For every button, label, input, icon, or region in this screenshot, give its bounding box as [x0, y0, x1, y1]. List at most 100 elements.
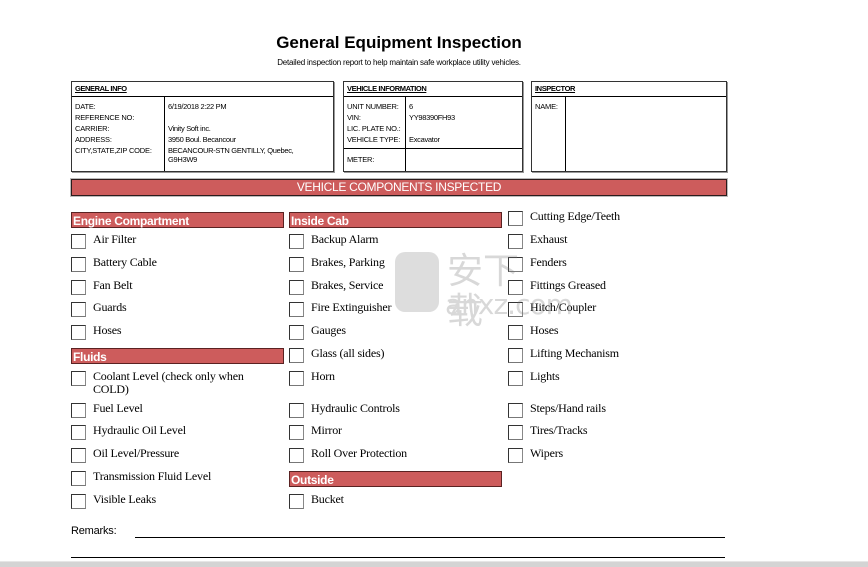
- checklist-item[interactable]: Hydraulic Oil Level: [71, 424, 273, 442]
- city-state-zip-value[interactable]: BECANCOUR-STN GENTILLY, Quebec, G9H3W9: [168, 146, 318, 164]
- checkbox[interactable]: [71, 257, 86, 272]
- checklist-item[interactable]: Lights: [508, 370, 710, 388]
- checkbox[interactable]: [71, 471, 86, 486]
- remarks-input-line-2[interactable]: [71, 557, 725, 558]
- checkbox[interactable]: [71, 448, 86, 463]
- checklist-item[interactable]: Glass (all sides): [289, 347, 491, 365]
- item-label: Steps/Hand rails: [530, 401, 606, 415]
- document-title: General Equipment Inspection: [276, 33, 522, 52]
- checklist-item[interactable]: Coolant Level (check only when COLD): [71, 370, 263, 398]
- vin-value[interactable]: YY98390FH93: [409, 113, 455, 122]
- checklist-item[interactable]: Battery Cable: [71, 256, 273, 274]
- section-inside-cab: Inside Cab: [289, 212, 502, 228]
- reference-no-label: REFERENCE NO:: [75, 113, 135, 122]
- item-label: Hoses: [93, 323, 122, 337]
- checklist-item[interactable]: Horn: [289, 370, 491, 388]
- checkbox[interactable]: [71, 234, 86, 249]
- checkbox[interactable]: [289, 234, 304, 249]
- general-info-header: GENERAL INFO: [72, 82, 333, 97]
- remarks-label: Remarks:: [71, 525, 117, 537]
- checkbox[interactable]: [71, 425, 86, 440]
- checkbox[interactable]: [289, 280, 304, 295]
- item-label: Brakes, Service: [311, 278, 384, 292]
- item-label: Battery Cable: [93, 255, 157, 269]
- checklist-item[interactable]: Lifting Mechanism: [508, 347, 710, 365]
- checkbox[interactable]: [71, 494, 86, 509]
- checkbox[interactable]: [71, 280, 86, 295]
- checkbox[interactable]: [508, 403, 523, 418]
- checkbox[interactable]: [508, 211, 523, 226]
- checkbox[interactable]: [289, 371, 304, 386]
- checklist-item[interactable]: Visible Leaks: [71, 493, 273, 511]
- checklist-item[interactable]: Brakes, Parking: [289, 256, 491, 274]
- checkbox[interactable]: [508, 425, 523, 440]
- item-label: Fan Belt: [93, 278, 133, 292]
- section-outside: Outside: [289, 471, 502, 487]
- unit-number-value[interactable]: 6: [409, 102, 413, 111]
- item-label: Exhaust: [530, 232, 568, 246]
- checkbox[interactable]: [508, 302, 523, 317]
- checklist-item[interactable]: Backup Alarm: [289, 233, 491, 251]
- checkbox[interactable]: [289, 494, 304, 509]
- section-engine-compartment: Engine Compartment: [71, 212, 284, 228]
- checklist-item[interactable]: Tires/Tracks: [508, 424, 710, 442]
- checkbox[interactable]: [508, 280, 523, 295]
- checkbox[interactable]: [289, 448, 304, 463]
- checklist-item[interactable]: Hitch/Coupler: [508, 301, 710, 319]
- checklist-item[interactable]: Steps/Hand rails: [508, 402, 710, 420]
- checkbox[interactable]: [508, 257, 523, 272]
- checkbox[interactable]: [289, 425, 304, 440]
- remarks-input-line[interactable]: [135, 537, 725, 538]
- vehicle-type-value[interactable]: Excavator: [409, 135, 440, 144]
- components-banner: VEHICLE COMPONENTS INSPECTED: [71, 179, 727, 196]
- item-label: Horn: [311, 369, 335, 383]
- checklist-item[interactable]: Oil Level/Pressure: [71, 447, 273, 465]
- checkbox[interactable]: [508, 448, 523, 463]
- checkbox[interactable]: [508, 348, 523, 363]
- date-value[interactable]: 6/19/2018 2:22 PM: [168, 102, 227, 111]
- checklist-item[interactable]: Gauges: [289, 324, 491, 342]
- checklist-item[interactable]: Guards: [71, 301, 273, 319]
- meter-divider: [344, 148, 522, 149]
- checkbox[interactable]: [289, 348, 304, 363]
- checklist-item[interactable]: Hoses: [71, 324, 273, 342]
- checklist-item[interactable]: Fittings Greased: [508, 279, 710, 297]
- item-label: Hydraulic Oil Level: [93, 423, 186, 437]
- checklist-item[interactable]: Fuel Level: [71, 402, 273, 420]
- checkbox[interactable]: [508, 371, 523, 386]
- checklist-item[interactable]: Hydraulic Controls: [289, 402, 491, 420]
- checkbox[interactable]: [71, 302, 86, 317]
- checklist-item[interactable]: Mirror: [289, 424, 491, 442]
- checkbox[interactable]: [508, 234, 523, 249]
- checklist-item[interactable]: Cutting Edge/Teeth: [508, 210, 710, 228]
- checklist-item[interactable]: Air Filter: [71, 233, 273, 251]
- carrier-value[interactable]: Vinity Soft inc.: [168, 124, 211, 133]
- checklist-item[interactable]: Fenders: [508, 256, 710, 274]
- checkbox[interactable]: [71, 325, 86, 340]
- vehicle-info-box: VEHICLE INFORMATION UNIT NUMBER: 6 VIN: …: [343, 81, 523, 172]
- checkbox[interactable]: [289, 325, 304, 340]
- checklist-item[interactable]: Bucket: [289, 493, 491, 511]
- checkbox[interactable]: [508, 325, 523, 340]
- checklist-item[interactable]: Roll Over Protection: [289, 447, 491, 465]
- checkbox[interactable]: [289, 257, 304, 272]
- item-label: Oil Level/Pressure: [93, 446, 180, 460]
- checkbox[interactable]: [71, 403, 86, 418]
- address-value[interactable]: 3950 Boul. Becancour: [168, 135, 236, 144]
- bottom-scroll-edge: [0, 561, 868, 567]
- checkbox[interactable]: [289, 302, 304, 317]
- item-label: Fittings Greased: [530, 278, 606, 292]
- checkbox[interactable]: [289, 403, 304, 418]
- checklist-item[interactable]: Fire Extinguisher: [289, 301, 491, 319]
- checklist-item[interactable]: Fan Belt: [71, 279, 273, 297]
- item-label: Bucket: [311, 492, 344, 506]
- inspector-name-label: NAME:: [535, 102, 558, 111]
- lic-plate-label: LIC. PLATE NO.:: [347, 124, 401, 133]
- checklist-item[interactable]: Hoses: [508, 324, 710, 342]
- checklist-item[interactable]: Transmission Fluid Level: [71, 470, 273, 488]
- checklist-item[interactable]: Brakes, Service: [289, 279, 491, 297]
- checklist-item[interactable]: Wipers: [508, 447, 710, 465]
- item-label: Fire Extinguisher: [311, 300, 392, 314]
- checklist-item[interactable]: Exhaust: [508, 233, 710, 251]
- checkbox[interactable]: [71, 371, 86, 386]
